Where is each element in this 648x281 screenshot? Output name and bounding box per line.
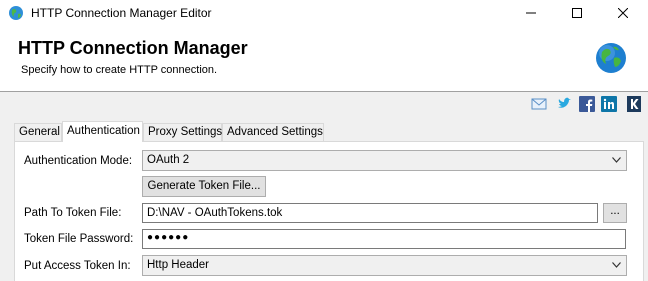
title-bar: HTTP Connection Manager Editor bbox=[0, 0, 648, 26]
mail-icon[interactable] bbox=[531, 96, 547, 112]
token-path-input[interactable]: D:\NAV - OAuthTokens.tok bbox=[142, 203, 598, 223]
minimize-icon bbox=[526, 12, 536, 14]
linkedin-icon[interactable] bbox=[601, 96, 617, 112]
maximize-button[interactable] bbox=[554, 0, 600, 26]
token-path-label: Path To Token File: bbox=[24, 207, 122, 219]
close-button[interactable] bbox=[600, 0, 646, 26]
put-token-select[interactable]: Http Header bbox=[142, 255, 627, 276]
window-title: HTTP Connection Manager Editor bbox=[31, 6, 212, 20]
kingswaysoft-icon[interactable] bbox=[626, 96, 642, 112]
close-icon bbox=[618, 8, 628, 18]
minimize-button[interactable] bbox=[508, 0, 554, 26]
auth-mode-select[interactable]: OAuth 2 bbox=[142, 150, 627, 171]
tab-advanced-settings[interactable]: Advanced Settings bbox=[222, 123, 324, 142]
tab-authentication[interactable]: Authentication bbox=[62, 121, 143, 142]
put-token-label: Put Access Token In: bbox=[24, 260, 131, 272]
token-password-input[interactable]: ●●●●●● bbox=[142, 229, 626, 249]
header-banner: HTTP Connection Manager Specify how to c… bbox=[0, 26, 648, 92]
chevron-down-icon bbox=[612, 262, 621, 268]
globe-app-icon bbox=[9, 6, 23, 20]
generate-token-file-button[interactable]: Generate Token File... bbox=[142, 176, 266, 197]
tab-proxy-settings[interactable]: Proxy Settings bbox=[143, 123, 222, 142]
header-subtitle: Specify how to create HTTP connection. bbox=[21, 64, 218, 76]
browse-button[interactable]: ... bbox=[603, 203, 627, 223]
token-password-label: Token File Password: bbox=[24, 233, 134, 245]
put-token-value: Http Header bbox=[147, 259, 210, 271]
maximize-icon bbox=[572, 8, 582, 18]
header-title: HTTP Connection Manager bbox=[18, 38, 248, 58]
auth-mode-value: OAuth 2 bbox=[147, 154, 190, 166]
tab-general[interactable]: General bbox=[14, 123, 62, 142]
auth-mode-label: Authentication Mode: bbox=[24, 155, 133, 167]
facebook-icon[interactable] bbox=[579, 96, 595, 112]
globe-icon bbox=[596, 43, 626, 73]
chevron-down-icon bbox=[612, 157, 621, 163]
twitter-icon[interactable] bbox=[556, 96, 572, 112]
